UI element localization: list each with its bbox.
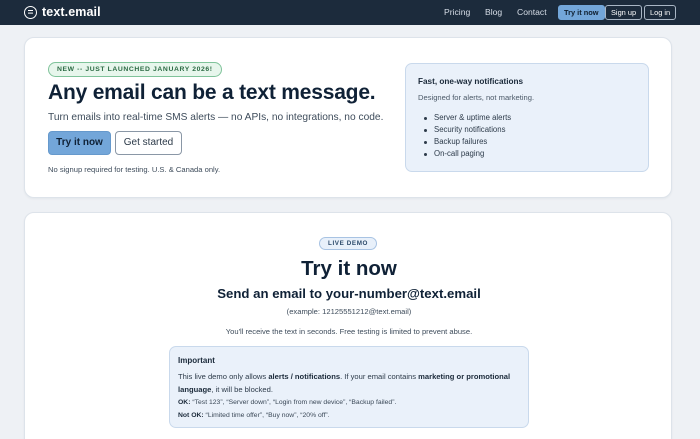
- important-text: This live demo only allows: [178, 372, 269, 381]
- launch-badge: NEW -- JUST LAUNCHED JANUARY 2026!: [48, 62, 222, 77]
- demo-card: LIVE DEMO Try it now Send an email to yo…: [24, 212, 672, 439]
- hero-subtitle: Turn emails into real-time SMS alerts — …: [48, 112, 384, 123]
- nav-login-button[interactable]: Log in: [644, 5, 677, 20]
- important-text: . If your email contains: [340, 372, 419, 381]
- demo-title: Try it now: [301, 257, 397, 280]
- not-ok-label: Not OK:: [178, 412, 204, 419]
- get-started-button[interactable]: Get started: [115, 131, 182, 155]
- important-body: This live demo only allows alerts / noti…: [178, 370, 518, 396]
- nav-signup-button[interactable]: Sign up: [605, 5, 643, 20]
- features-panel: Fast, one-way notifications Designed for…: [405, 63, 649, 172]
- list-item: Security notifications: [423, 124, 511, 136]
- nav-link-contact[interactable]: Contact: [517, 7, 547, 18]
- live-demo-badge: LIVE DEMO: [319, 237, 378, 250]
- not-ok-examples: Not OK: “Limited time offer”, “Buy now”,…: [178, 411, 330, 420]
- important-title: Important: [178, 356, 215, 365]
- important-text: , it will be blocked.: [211, 385, 273, 394]
- hero-note: No signup required for testing. U.S. & C…: [48, 165, 221, 174]
- chat-bubble-icon: [24, 5, 37, 19]
- demo-example: (example: 12125551212@text.email): [286, 307, 412, 316]
- brand-logo[interactable]: text.email: [24, 4, 101, 20]
- list-item: Backup failures: [423, 136, 511, 148]
- features-subtitle: Designed for alerts, not marketing.: [418, 93, 535, 102]
- try-it-now-button[interactable]: Try it now: [48, 131, 111, 155]
- demo-instruction: Send an email to your-number@text.email: [217, 286, 481, 301]
- important-notice: Important This live demo only allows ale…: [169, 346, 529, 428]
- list-item: On-call paging: [423, 148, 511, 160]
- brand-name: text.email: [42, 5, 101, 19]
- top-nav: text.email Pricing Blog Contact Try it n…: [0, 0, 700, 25]
- ok-label: OK:: [178, 399, 191, 406]
- not-ok-text: “Limited time offer”, “Buy now”, “20% of…: [203, 412, 330, 419]
- demo-note: You'll receive the text in seconds. Free…: [225, 327, 473, 336]
- hero-card: NEW -- JUST LAUNCHED JANUARY 2026! Any e…: [24, 37, 672, 198]
- nav-link-blog[interactable]: Blog: [485, 7, 502, 18]
- important-emphasis: alerts / notifications: [268, 372, 341, 381]
- hero-title: Any email can be a text message.: [48, 81, 376, 104]
- ok-text: “Test 123”, “Server down”, “Login from n…: [190, 399, 397, 406]
- nav-try-button[interactable]: Try it now: [558, 5, 605, 20]
- features-title: Fast, one-way notifications: [418, 77, 524, 86]
- list-item: Server & uptime alerts: [423, 112, 511, 124]
- features-list: Server & uptime alerts Security notifica…: [423, 112, 511, 160]
- ok-examples: OK: “Test 123”, “Server down”, “Login fr…: [178, 398, 396, 407]
- nav-link-pricing[interactable]: Pricing: [444, 7, 470, 18]
